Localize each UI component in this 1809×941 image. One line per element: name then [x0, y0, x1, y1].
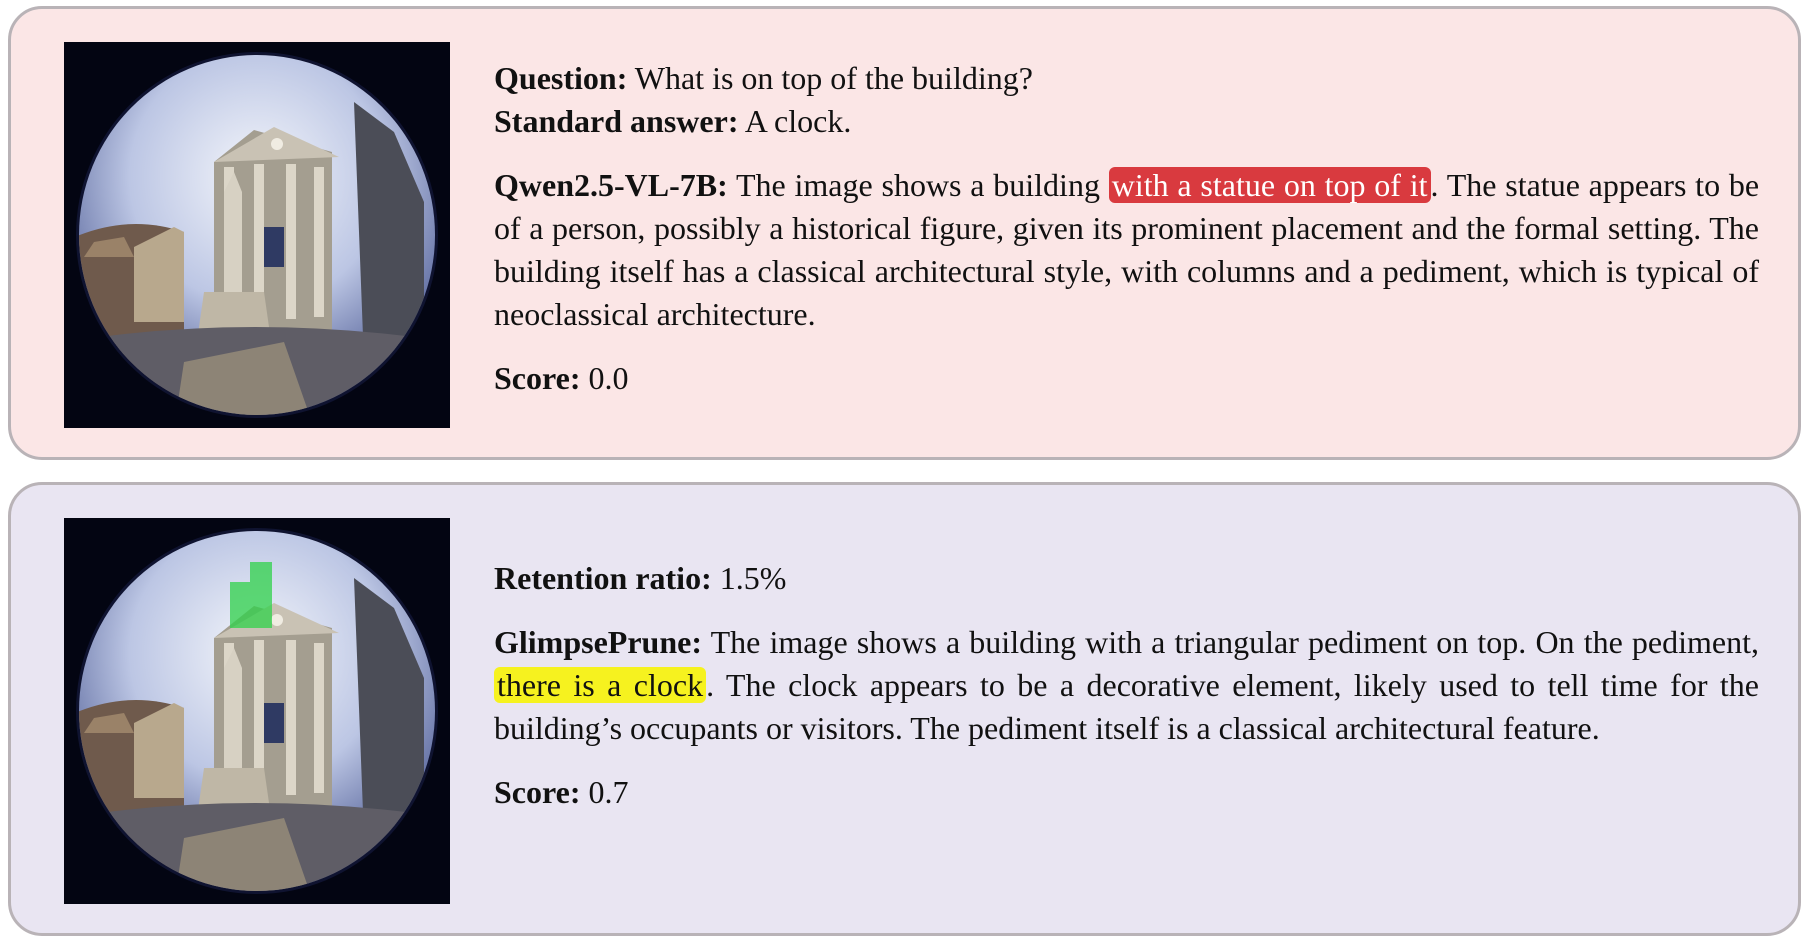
baseline-example-panel: Question: What is on top of the building…: [8, 6, 1801, 460]
glimpseprune-text-block: Retention ratio: 1.5% GlimpsePrune: The …: [494, 557, 1759, 814]
glimpseprune-score-line: Score: 0.7: [494, 771, 1759, 814]
standard-answer-line: Standard answer: A clock.: [494, 100, 1759, 143]
question-label: Question:: [494, 60, 628, 96]
fisheye-building-illustration-pruned: [64, 518, 450, 904]
standard-answer-text: A clock.: [744, 103, 852, 139]
baseline-model-label: Qwen2.5-VL-7B:: [494, 167, 728, 203]
incorrect-highlight: with a statue on top of it: [1108, 167, 1431, 203]
retention-ratio-value: 1.5%: [719, 560, 787, 596]
retention-ratio-label: Retention ratio:: [494, 560, 712, 596]
baseline-text-block: Question: What is on top of the building…: [494, 57, 1759, 400]
baseline-score-value: 0.0: [588, 360, 629, 396]
fisheye-building-image-pruned: [64, 518, 450, 904]
baseline-score-line: Score: 0.0: [494, 357, 1759, 400]
correct-highlight: there is a clock: [494, 667, 707, 703]
fisheye-building-image: [64, 42, 450, 428]
glimpseprune-model-label: GlimpsePrune:: [494, 624, 702, 660]
glimpseprune-score-label: Score:: [494, 774, 581, 810]
question-line: Question: What is on top of the building…: [494, 57, 1759, 100]
retention-ratio-line: Retention ratio: 1.5%: [494, 557, 1759, 600]
question-text: What is on top of the building?: [634, 60, 1033, 96]
fisheye-building-illustration: [64, 42, 450, 428]
glimpseprune-response-start: The image shows a building with a triang…: [710, 624, 1760, 660]
glimpseprune-example-panel: Retention ratio: 1.5% GlimpsePrune: The …: [8, 482, 1801, 936]
glimpseprune-response: GlimpsePrune: The image shows a building…: [494, 621, 1759, 750]
baseline-response: Qwen2.5-VL-7B: The image shows a buildin…: [494, 164, 1759, 336]
baseline-score-label: Score:: [494, 360, 581, 396]
baseline-response-start: The image shows a building: [735, 167, 1100, 203]
glimpseprune-score-value: 0.7: [588, 774, 629, 810]
standard-answer-label: Standard answer:: [494, 103, 739, 139]
